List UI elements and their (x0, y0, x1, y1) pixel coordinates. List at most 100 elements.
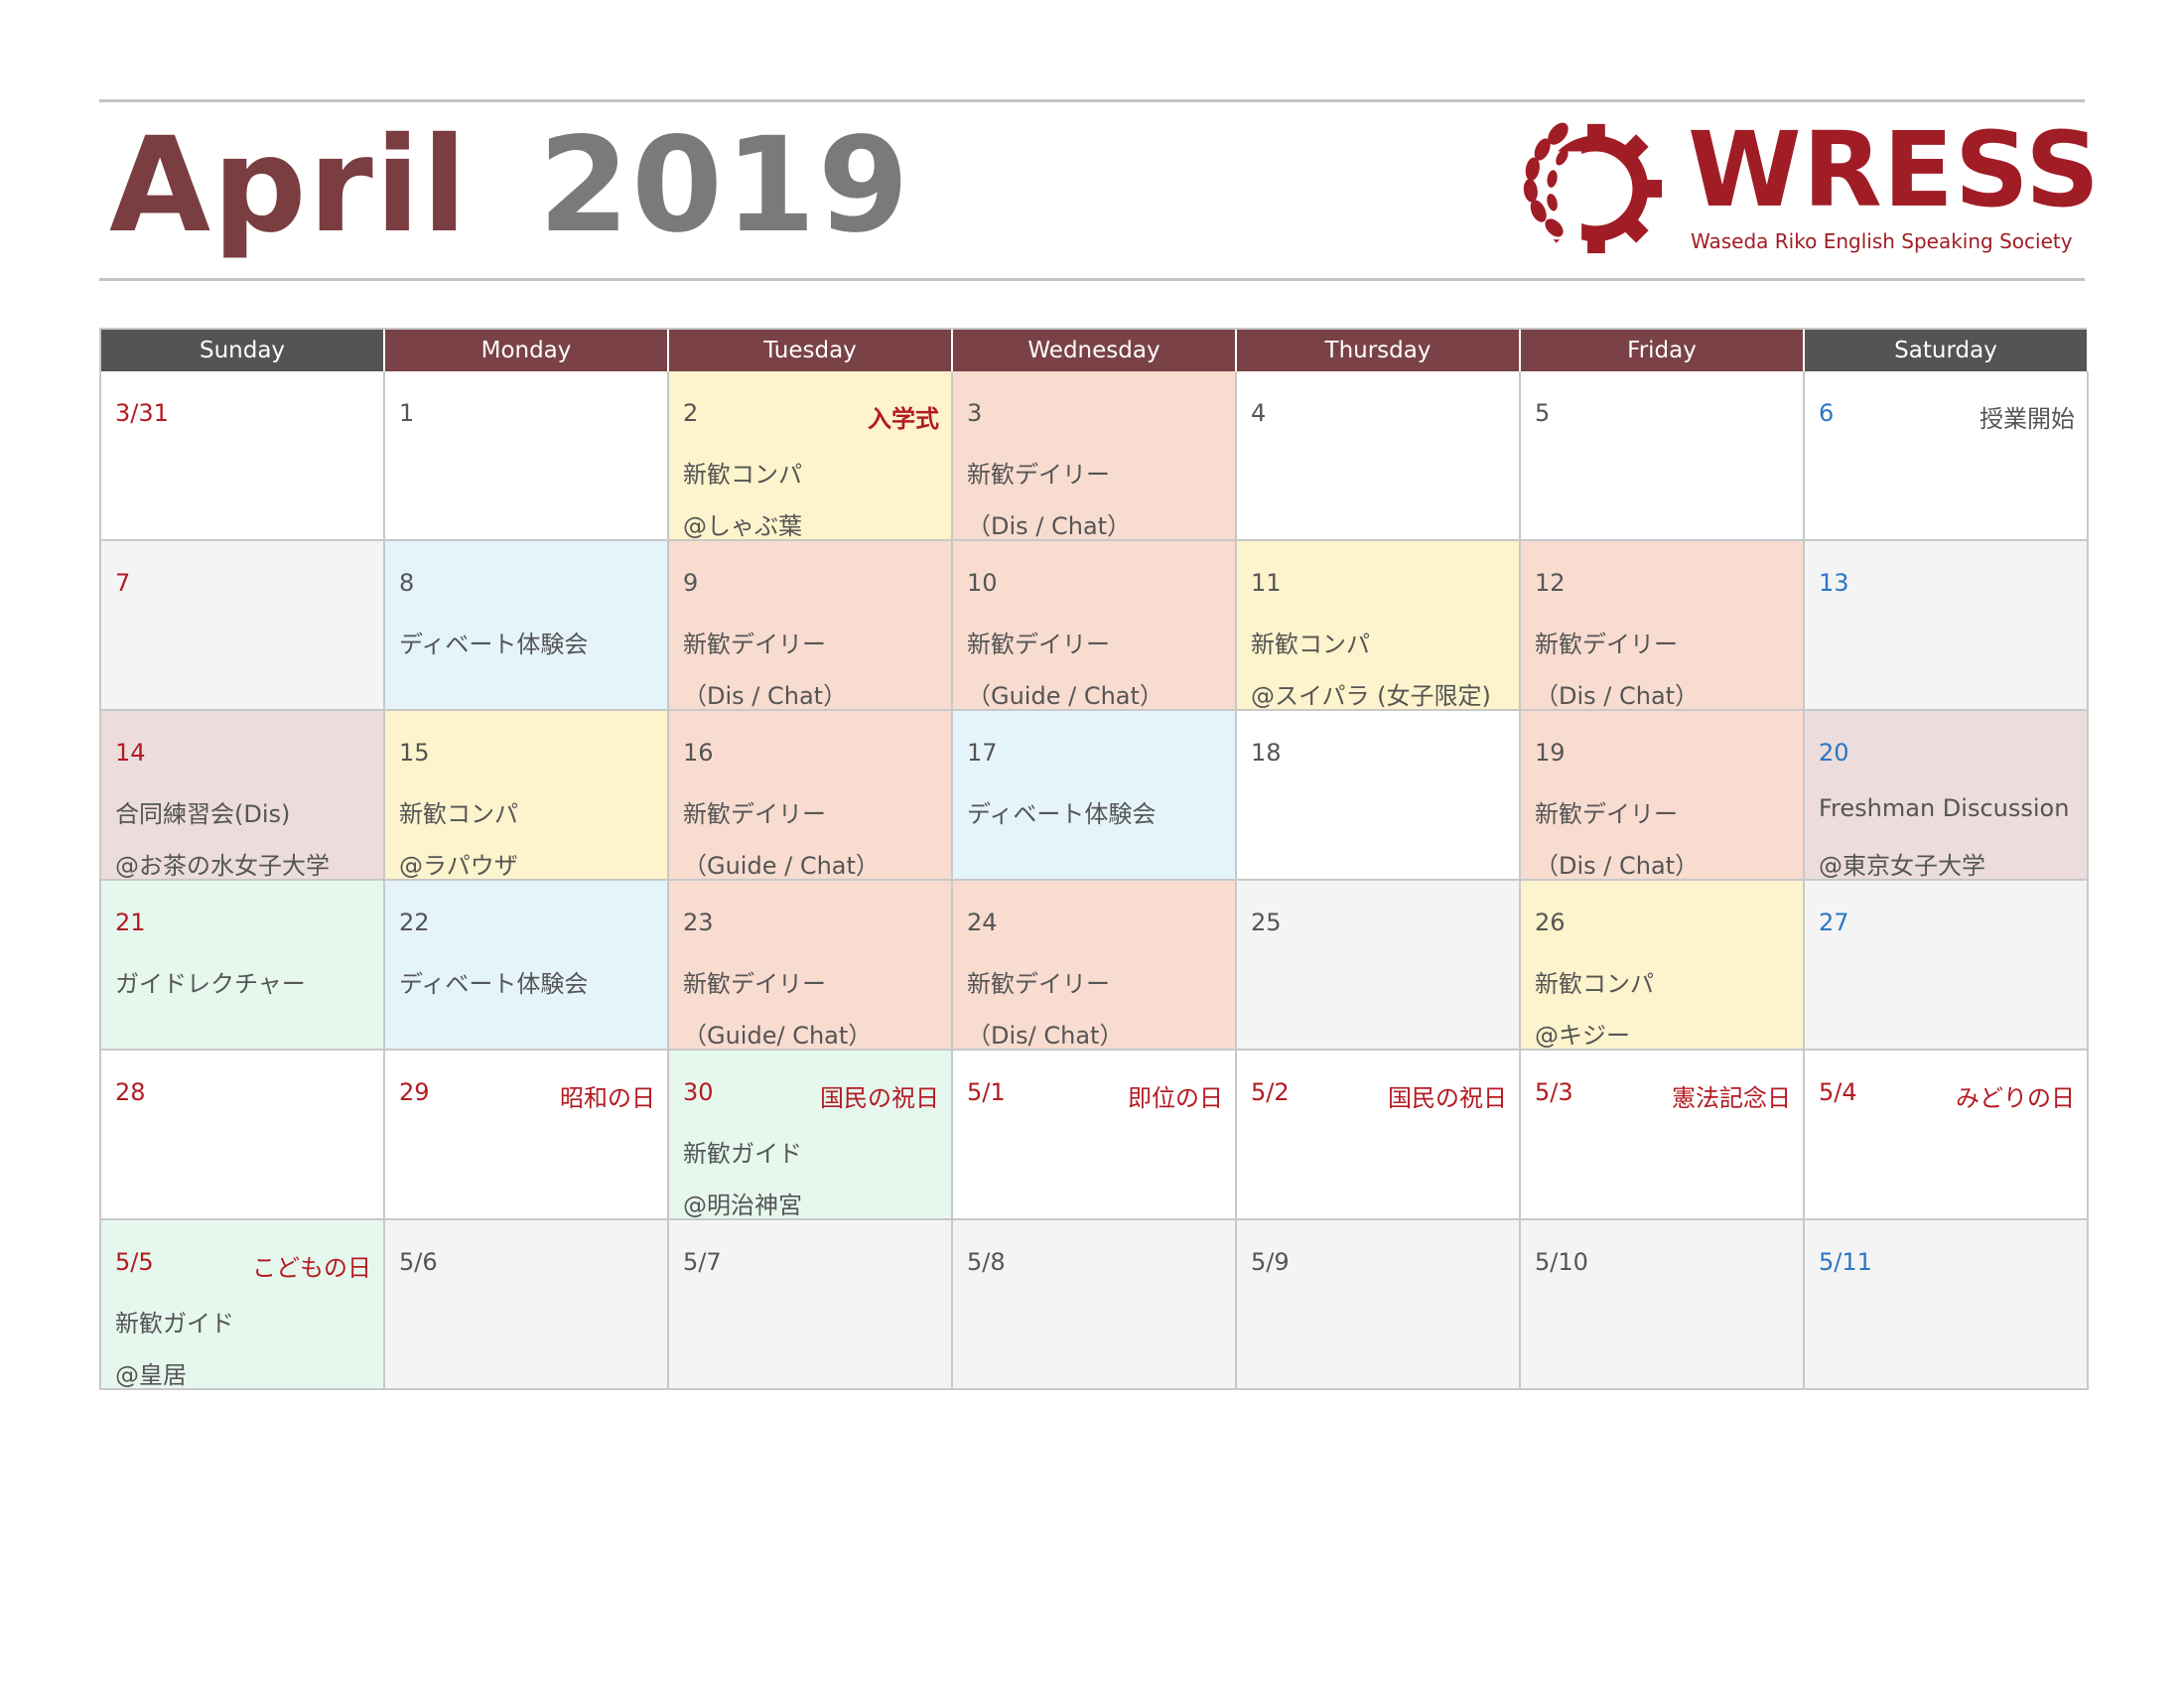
day-number: 3 (967, 399, 983, 427)
calendar-day-cell: 4 (1237, 371, 1521, 541)
calendar-day-cell: 21 ガイドレクチャー (101, 881, 385, 1051)
calendar-day-cell: 5 (1521, 371, 1805, 541)
calendar-day-cell: 27 (1805, 881, 2089, 1051)
calendar-day-cell: 5/11 (1805, 1220, 2089, 1390)
year-title: 2019 (538, 109, 911, 262)
day-number: 17 (967, 739, 998, 767)
holiday-label: こどもの日 (252, 1254, 371, 1282)
day-number: 5/3 (1535, 1078, 1573, 1106)
weekday-header-saturday: Saturday (1805, 330, 2089, 371)
weekday-header-tuesday: Tuesday (669, 330, 953, 371)
event-title: 新歓デイリー (683, 800, 826, 828)
day-number: 5 (1535, 399, 1551, 427)
calendar-day-cell: 26 新歓コンパ @キジー (1521, 881, 1805, 1051)
day-number: 5/9 (1251, 1248, 1290, 1276)
day-number: 10 (967, 569, 998, 597)
calendar-day-cell: 23 新歓デイリー （Guide/ Chat） (669, 881, 953, 1051)
calendar-day-cell: 18 (1237, 711, 1521, 881)
event-title: ディベート体験会 (967, 800, 1157, 828)
event-title: 新歓コンパ (399, 800, 518, 828)
day-number: 19 (1535, 739, 1566, 767)
calendar-day-cell: 6 授業開始 (1805, 371, 2089, 541)
calendar-day-cell: 24 新歓デイリー （Dis/ Chat） (953, 881, 1237, 1051)
day-number: 30 (683, 1078, 714, 1106)
day-number: 6 (1819, 399, 1835, 427)
calendar-day-cell: 5/6 (385, 1220, 669, 1390)
day-number: 5/4 (1819, 1078, 1857, 1106)
calendar-day-cell: 11 新歓コンパ @スイパラ (女子限定) (1237, 541, 1521, 711)
month-title: April (109, 109, 470, 262)
calendar-day-cell: 30 国民の祝日 新歓ガイド @明治神宮 (669, 1051, 953, 1220)
calendar-day-cell: 5/9 (1237, 1220, 1521, 1390)
day-number: 15 (399, 739, 430, 767)
day-number: 21 (115, 909, 146, 936)
event-detail: （Guide / Chat） (967, 682, 1163, 710)
day-number: 23 (683, 909, 714, 936)
event-detail: （Dis / Chat） (1535, 852, 1700, 880)
day-number: 18 (1251, 739, 1282, 767)
event-title: ディベート体験会 (399, 970, 589, 998)
event-detail: @東京女子大学 (1819, 852, 1985, 880)
event-detail: （Guide / Chat） (683, 852, 880, 880)
holiday-label: 入学式 (868, 405, 939, 433)
event-detail: （Dis / Chat） (1535, 682, 1700, 710)
top-rule (99, 99, 2085, 102)
holiday-label: みどりの日 (1956, 1084, 2075, 1112)
calendar-day-cell: 5/8 (953, 1220, 1237, 1390)
calendar-day-cell: 14 合同練習会(Dis) @お茶の水女子大学 (101, 711, 385, 881)
day-number: 2 (683, 399, 699, 427)
holiday-label: 国民の祝日 (1388, 1084, 1507, 1112)
calendar-day-cell: 22 ディベート体験会 (385, 881, 669, 1051)
event-detail: （Guide/ Chat） (683, 1022, 873, 1050)
day-number: 14 (115, 739, 146, 767)
holiday-label: 憲法記念日 (1672, 1084, 1791, 1112)
calendar-day-cell: 1 (385, 371, 669, 541)
day-number: 5/8 (967, 1248, 1006, 1276)
calendar-day-cell: 13 (1805, 541, 2089, 711)
calendar-day-cell: 16 新歓デイリー （Guide / Chat） (669, 711, 953, 881)
logo-wordmark: WRESS (1688, 109, 2101, 230)
day-number: 16 (683, 739, 714, 767)
calendar-day-cell: 10 新歓デイリー （Guide / Chat） (953, 541, 1237, 711)
event-title: 新歓ガイド (115, 1310, 234, 1337)
calendar-day-cell: 5/5 こどもの日 新歓ガイド @皇居 (101, 1220, 385, 1390)
calendar-day-cell: 15 新歓コンパ @ラパウザ (385, 711, 669, 881)
day-number: 26 (1535, 909, 1566, 936)
day-number: 5/6 (399, 1248, 438, 1276)
weekday-header-monday: Monday (385, 330, 669, 371)
day-number: 20 (1819, 739, 1849, 767)
calendar-day-cell: 5/4 みどりの日 (1805, 1051, 2089, 1220)
calendar-day-cell: 25 (1237, 881, 1521, 1051)
day-number: 28 (115, 1078, 146, 1106)
calendar-day-cell: 5/1 即位の日 (953, 1051, 1237, 1220)
day-number: 22 (399, 909, 430, 936)
calendar-day-cell: 8 ディベート体験会 (385, 541, 669, 711)
event-title: 新歓コンパ (683, 461, 802, 489)
event-detail: @しゃぶ葉 (683, 512, 802, 540)
logo-tagline: Waseda Riko English Speaking Society (1691, 229, 2073, 253)
event-detail: @明治神宮 (683, 1192, 802, 1219)
event-title: 新歓デイリー (967, 970, 1110, 998)
weekday-header-friday: Friday (1521, 330, 1805, 371)
event-title: 新歓デイリー (683, 970, 826, 998)
day-number: 5/10 (1535, 1248, 1588, 1276)
day-number: 5/11 (1819, 1248, 1872, 1276)
event-title: 新歓コンパ (1535, 970, 1654, 998)
page-title: April 2019 (109, 111, 911, 260)
day-number: 27 (1819, 909, 1849, 936)
day-number: 8 (399, 569, 415, 597)
weekday-header-wednesday: Wednesday (953, 330, 1237, 371)
day-number: 3/31 (115, 399, 169, 427)
event-detail: @お茶の水女子大学 (115, 852, 330, 880)
calendar-day-cell: 17 ディベート体験会 (953, 711, 1237, 881)
day-number: 5/5 (115, 1248, 154, 1276)
day-number: 5/1 (967, 1078, 1006, 1106)
event-detail: （Dis / Chat） (683, 682, 848, 710)
calendar-day-cell: 28 (101, 1051, 385, 1220)
calendar-day-cell: 5/2 国民の祝日 (1237, 1051, 1521, 1220)
event-title: 新歓デイリー (967, 461, 1110, 489)
day-number: 29 (399, 1078, 430, 1106)
calendar-grid: Sunday Monday Tuesday Wednesday Thursday… (99, 328, 2089, 1390)
weekday-header-thursday: Thursday (1237, 330, 1521, 371)
day-number: 12 (1535, 569, 1566, 597)
